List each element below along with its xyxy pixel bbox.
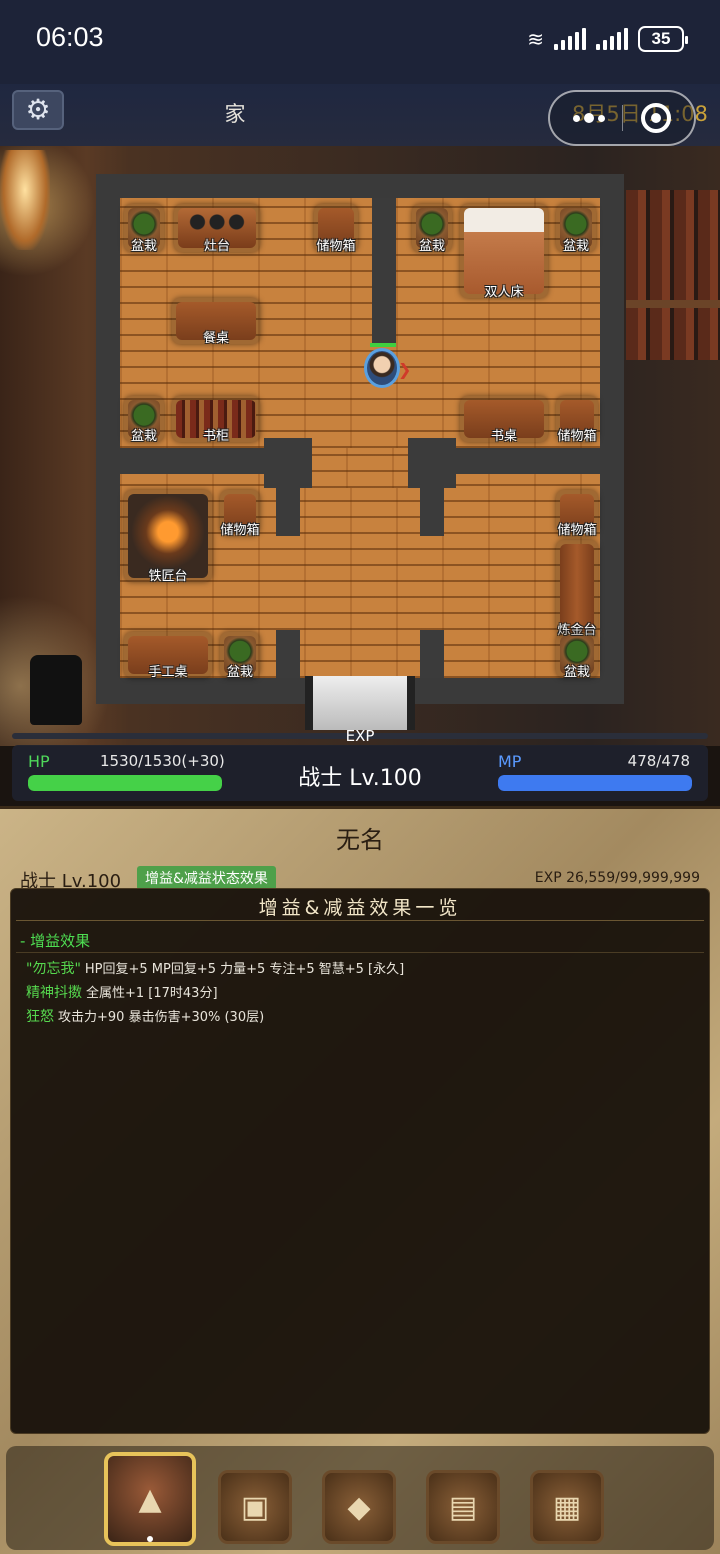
furniture-label: 书桌 [490, 429, 517, 444]
furniture-label: 盆栽 [418, 239, 445, 254]
buff-status-button[interactable]: 增益&减益状态效果 [137, 866, 276, 890]
furniture-craft-table[interactable]: 手工桌 [124, 632, 212, 680]
modal-title: 增益&减益效果一览 [258, 897, 462, 919]
hp-bar-fill [28, 775, 222, 791]
divider [16, 952, 704, 953]
mp-bar [498, 775, 692, 791]
furniture-label: 手工桌 [148, 665, 188, 680]
house-exit-door[interactable] [305, 676, 415, 730]
capsule-divider [622, 105, 624, 131]
divider [16, 920, 704, 921]
wall-segment [440, 450, 600, 474]
buff-item: 精神抖擞 全属性+1 [17时43分] [26, 982, 218, 1002]
exp-value: EXP 26,559/99,999,999 [534, 870, 700, 886]
wall-segment [420, 474, 444, 536]
hp-value: 1530/1530(+30) [100, 752, 225, 770]
buff-item: 狂怒 攻击力+90 暴击伤害+30% (30层) [26, 1006, 264, 1026]
furniture-storage[interactable]: 储物箱 [556, 490, 598, 538]
mp-label: MP [498, 752, 522, 771]
wall-segment [276, 630, 300, 678]
buff-description: 全属性+1 [17时43分] [86, 986, 218, 1001]
crystal-skill-icon: ◆ [347, 1489, 371, 1525]
furniture-plant[interactable]: 盆栽 [124, 396, 164, 444]
buff-description: 攻击力+90 暴击伤害+30% (30层) [58, 1010, 265, 1025]
status-bar: 06:03 ≋ 35 [0, 0, 720, 84]
furniture-label: 双人床 [484, 285, 524, 300]
hooded-character-icon: ▲ [138, 1481, 162, 1517]
exp-label: EXP [345, 727, 375, 745]
page-title: 家 [224, 102, 246, 126]
furniture-label: 书柜 [202, 429, 229, 444]
furniture-label: 储物箱 [557, 523, 597, 538]
player-character[interactable] [364, 348, 400, 388]
close-target-icon[interactable] [641, 103, 672, 133]
class-level: 战士 Lv.100 [298, 766, 422, 791]
furniture-label: 盆栽 [562, 239, 589, 254]
signal-icon [554, 28, 586, 50]
furniture-bookshelf[interactable]: 书柜 [172, 396, 260, 444]
character-name: 无名 [336, 826, 384, 854]
book-icon: ▤ [448, 1489, 478, 1525]
furniture-label: 储物箱 [557, 429, 597, 444]
wall-segment [276, 474, 300, 536]
battery-icon: 35 [638, 26, 688, 52]
furniture-plant[interactable]: 盆栽 [220, 632, 260, 680]
furniture-bed[interactable]: 双人床 [460, 204, 548, 300]
wall-segment [420, 630, 444, 678]
lamp-decoration [0, 150, 50, 250]
buff-item: "勿忘我" HP回复+5 MP回复+5 力量+5 专注+5 智慧+5 [永久] [26, 958, 404, 978]
furniture-plant[interactable]: 盆栽 [556, 632, 598, 680]
furniture-forge[interactable]: 铁匠台 [124, 490, 212, 584]
furniture-label: 储物箱 [316, 239, 356, 254]
more-icon[interactable] [572, 113, 605, 123]
nav-backpack-button[interactable]: ▣ [218, 1470, 292, 1544]
furniture-storage[interactable]: 储物箱 [314, 204, 358, 254]
furniture-label: 储物箱 [220, 523, 260, 538]
furniture-desk[interactable]: 书桌 [460, 396, 548, 444]
furniture-storage[interactable]: 储物箱 [220, 490, 260, 538]
furniture-plant[interactable]: 盆栽 [412, 204, 452, 254]
mp-value: 478/478 [627, 752, 690, 770]
furniture-stove[interactable]: 灶台 [174, 204, 260, 254]
buff-name: 狂怒 [26, 1009, 54, 1025]
furniture-label: 盆栽 [563, 665, 590, 680]
furniture-dining-table[interactable]: 餐桌 [172, 298, 260, 346]
nav-map-button[interactable]: ▦ [530, 1470, 604, 1544]
app-header: ⚙ 家 8月5日 11:08 [0, 84, 720, 146]
backpack-icon: ▣ [240, 1489, 270, 1525]
wifi-icon: ≋ [527, 27, 544, 51]
hall [300, 448, 420, 488]
mp-bar-fill [498, 775, 692, 791]
furniture-label: 餐桌 [202, 331, 229, 346]
hp-bar [28, 775, 222, 791]
status-icons: ≋ 35 [527, 24, 688, 54]
bookshelf-decoration [626, 190, 720, 360]
nav-character-button[interactable]: ▲ [104, 1452, 196, 1546]
inkwell-decoration [30, 655, 82, 725]
buff-name: 精神抖擞 [26, 985, 82, 1001]
buff-description: HP回复+5 MP回复+5 力量+5 专注+5 智慧+5 [永久] [84, 962, 405, 977]
battery-level: 35 [651, 29, 671, 48]
map-icon: ▦ [552, 1489, 582, 1525]
hp-label: HP [28, 752, 50, 771]
furniture-label: 铁匠台 [148, 569, 188, 584]
wall-segment [372, 198, 396, 344]
player-hp-indicator [370, 343, 396, 347]
furniture-alchemy-table[interactable]: 炼金台 [556, 540, 598, 638]
nav-book-button[interactable]: ▤ [426, 1470, 500, 1544]
furniture-storage[interactable]: 储物箱 [556, 396, 598, 444]
nav-skill-button[interactable]: ◆ [322, 1470, 396, 1544]
furniture-plant[interactable]: 盆栽 [556, 204, 596, 254]
buff-name: "勿忘我" [26, 961, 81, 977]
furniture-label: 灶台 [203, 239, 230, 254]
mini-program-capsule [548, 90, 696, 146]
signal-icon-2 [596, 28, 628, 50]
clock: 06:03 [36, 22, 104, 52]
direction-arrow-icon: ❯ [398, 360, 412, 379]
buff-section-header[interactable]: - 增益效果 [20, 930, 90, 951]
active-indicator [147, 1536, 153, 1542]
furniture-label: 盆栽 [226, 665, 253, 680]
furniture-plant[interactable]: 盆栽 [124, 204, 164, 254]
shelf-plank [626, 300, 720, 308]
